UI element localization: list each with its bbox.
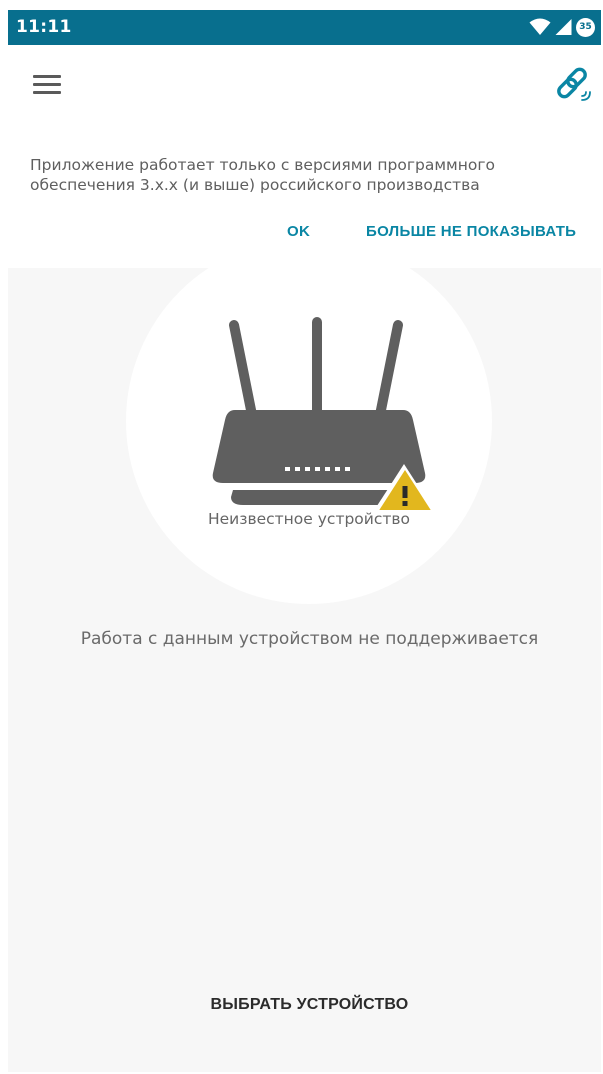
dont-show-again-button[interactable]: БОЛЬШЕ НЕ ПОКАЗЫВАТЬ bbox=[366, 223, 576, 240]
select-device-button[interactable]: ВЫБРАТЬ УСТРОЙСТВО bbox=[8, 996, 601, 1014]
info-banner: Приложение работает только с версиями пр… bbox=[8, 45, 601, 268]
status-bar: 11:11 35 bbox=[8, 10, 601, 45]
cellular-signal-icon bbox=[555, 19, 572, 35]
status-time: 11:11 bbox=[16, 17, 72, 37]
wifi-icon bbox=[529, 18, 551, 35]
hamburger-menu-icon[interactable] bbox=[33, 75, 61, 95]
link-icon[interactable] bbox=[555, 65, 593, 103]
unsupported-device-message: Работа с данным устройством не поддержив… bbox=[80, 629, 539, 649]
app-screen: 11:11 35 Приложение работает только с ве… bbox=[8, 10, 601, 1072]
status-icons: 35 bbox=[529, 16, 595, 38]
device-name: Неизвестное устройство bbox=[207, 510, 411, 528]
battery-icon: 35 bbox=[576, 17, 595, 37]
router-icon bbox=[212, 317, 433, 510]
banner-message: Приложение работает только с версиями пр… bbox=[30, 156, 495, 194]
